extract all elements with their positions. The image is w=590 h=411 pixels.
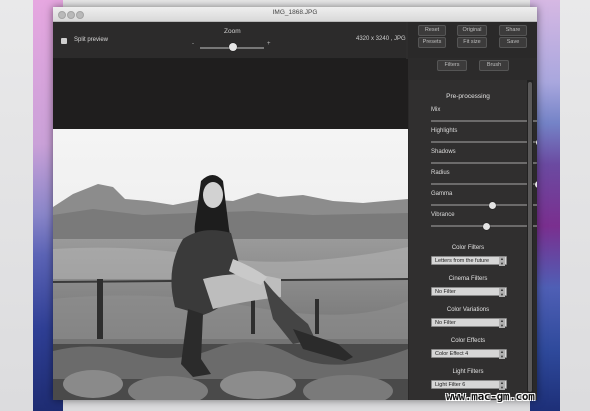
chevron-updown-icon: ▲ ▼ [499,318,505,328]
section-title: Cinema Filters [448,276,488,282]
filter-dropdown-value: Letters from the future [435,258,490,264]
param-label: Shadows [431,149,456,155]
scrollbar-thumb[interactable] [528,82,532,392]
param-slider-track[interactable] [431,120,537,122]
zoom-minus-icon: - [192,41,194,47]
filter-dropdown-value: Light Filter 6 [435,382,466,388]
preprocessing-title: Pre-processing [446,93,490,100]
title-bar[interactable]: IMG_1868.JPG [53,7,537,22]
param-slider-track[interactable] [431,183,537,185]
share-button[interactable]: Share [499,25,527,36]
filter-dropdown-value: Color Effect 4 [435,351,469,357]
zoom-plus-icon: + [267,41,271,47]
param-slider-knob[interactable] [482,222,490,230]
presets-button[interactable]: Presets [418,37,446,48]
tab-filters[interactable]: Filters [437,60,467,71]
watermark-text: www.mac-gm.com [446,390,535,403]
save-button[interactable]: Save [499,37,527,48]
filter-dropdown[interactable]: Letters from the future ▲ ▼ [431,256,507,266]
param-slider-track[interactable] [431,162,537,164]
param-slider-knob[interactable] [489,201,497,209]
param-slider-knob[interactable] [534,180,537,188]
tab-brush[interactable]: Brush [479,60,509,71]
photo-preview[interactable] [53,129,408,400]
param-label: Highlights [431,128,458,134]
reset-button[interactable]: Reset [418,25,446,36]
param-slider-track[interactable] [431,204,537,206]
filter-dropdown[interactable]: Light Filter 6 ▲ ▼ [431,380,507,390]
sidebar-scrollbar[interactable] [527,80,533,400]
toolbar: Split preview Zoom - + 4320 x 3240 , JPG [53,22,406,59]
filter-dropdown-value: No Filter [435,320,456,326]
chevron-updown-icon: ▲ ▼ [499,380,505,390]
split-preview-label: Split preview [74,37,109,43]
param-label: Gamma [431,191,453,197]
section-title: Light Filters [452,369,484,375]
split-preview-checkbox[interactable] [61,38,67,44]
filter-dropdown[interactable]: No Filter ▲ ▼ [431,287,507,297]
fit-size-button[interactable]: Fit size [457,37,487,48]
chevron-updown-icon: ▲ ▼ [499,256,505,266]
image-canvas [53,59,408,400]
app-window: IMG_1868.JPG Split preview Zoom - + 4320… [53,7,537,400]
filter-dropdown[interactable]: Color Effect 4 ▲ ▼ [431,349,507,359]
photo-illustration [53,129,408,400]
tab-bar [408,58,537,80]
chevron-updown-icon: ▲ ▼ [499,349,505,359]
param-slider-track[interactable] [431,141,537,143]
window-title: IMG_1868.JPG [272,9,318,16]
param-slider-knob[interactable] [535,138,537,146]
section-title: Color Variations [446,307,490,313]
image-info: 4320 x 3240 , JPG [356,36,406,42]
zoom-label: Zoom [224,28,241,35]
filters-sidebar: Pre-processing Mix1Highlights0,86Shadows… [409,80,537,400]
param-label: Radius [431,170,450,176]
filter-dropdown[interactable]: No Filter ▲ ▼ [431,318,507,328]
chevron-updown-icon: ▲ ▼ [499,287,505,297]
zoom-slider-knob[interactable] [229,43,237,51]
section-title: Color Filters [451,245,485,251]
param-label: Vibrance [431,212,455,218]
param-label: Mix [431,107,441,113]
filter-dropdown-value: No Filter [435,289,456,295]
original-button[interactable]: Original [457,25,487,36]
section-title: Color Effects [450,338,486,344]
